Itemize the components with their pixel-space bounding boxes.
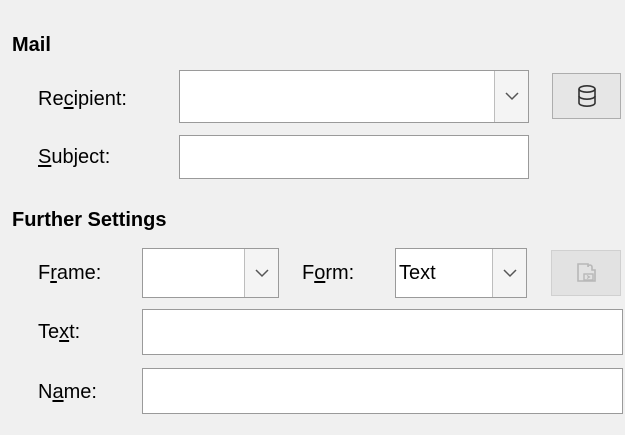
recipient-dropdown-button[interactable] <box>494 71 528 122</box>
extension-icon <box>577 263 596 282</box>
form-label: Form: <box>302 262 355 284</box>
frame-dropdown-button[interactable] <box>244 249 278 297</box>
mail-section-title: Mail <box>12 34 51 56</box>
form-dropdown-button[interactable] <box>492 249 526 297</box>
chevron-down-icon <box>502 268 517 277</box>
name-label: Name: <box>38 381 97 403</box>
database-icon <box>577 84 596 107</box>
form-value: Text <box>399 262 436 284</box>
address-database-button[interactable] <box>552 73 621 119</box>
subject-input[interactable] <box>179 135 529 179</box>
extension-button[interactable] <box>551 250 621 296</box>
frame-combobox[interactable] <box>142 248 279 298</box>
further-settings-title: Further Settings <box>12 209 167 231</box>
form-combobox[interactable]: Text <box>395 248 527 298</box>
recipient-combobox[interactable] <box>179 70 529 123</box>
text-label: Text: <box>38 321 81 343</box>
frame-label: Frame: <box>38 262 102 284</box>
text-input[interactable] <box>142 309 623 355</box>
chevron-down-icon <box>504 92 519 101</box>
name-input[interactable] <box>142 368 623 414</box>
recipient-label: Recipient: <box>38 88 127 110</box>
chevron-down-icon <box>254 268 269 277</box>
subject-label: Subject: <box>38 146 111 168</box>
